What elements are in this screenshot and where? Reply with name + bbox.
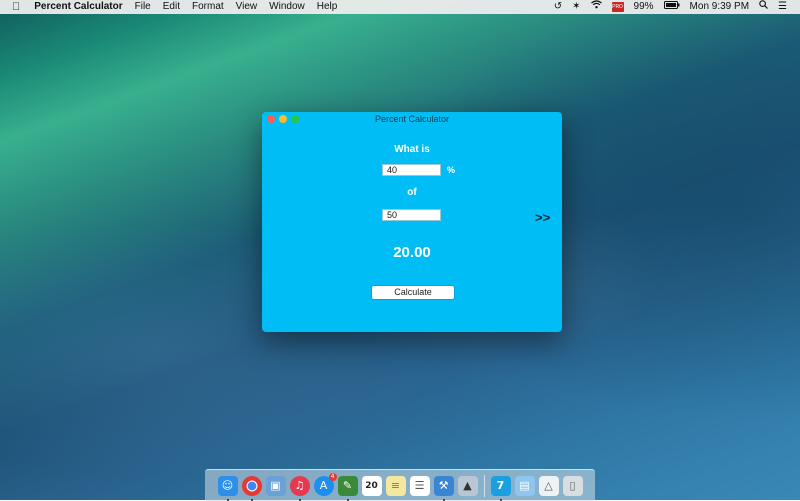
window-title: Percent Calculator bbox=[374, 114, 450, 124]
percent-calculator-window: Percent Calculator What is 40 % of 50 >>… bbox=[262, 112, 562, 332]
wifi-icon[interactable] bbox=[586, 0, 607, 14]
calendar-day: 20 bbox=[365, 480, 378, 491]
chrome-icon[interactable] bbox=[241, 475, 262, 501]
apple-menu-icon[interactable]:  bbox=[0, 0, 28, 14]
menu-edit[interactable]: Edit bbox=[157, 0, 186, 14]
dock-separator bbox=[483, 474, 485, 497]
zoom-button[interactable] bbox=[291, 115, 299, 123]
menu-help[interactable]: Help bbox=[311, 0, 344, 14]
finder-icon[interactable]: ☺ bbox=[217, 475, 238, 501]
app-menu[interactable]: Percent Calculator bbox=[28, 0, 128, 14]
of-label: of bbox=[407, 187, 417, 198]
preview-icon[interactable]: ▣ bbox=[265, 475, 286, 496]
battery-icon[interactable] bbox=[659, 0, 685, 14]
result-value: 20.00 bbox=[393, 244, 431, 261]
calculate-button[interactable]: Calculate bbox=[372, 286, 454, 299]
notification-center-icon[interactable]: ☰ bbox=[773, 0, 792, 14]
expand-button[interactable]: >> bbox=[535, 210, 550, 225]
app-store-icon[interactable]: A4 bbox=[313, 472, 337, 496]
bluetooth-icon[interactable]: ✶ bbox=[567, 0, 585, 14]
menu-bar:  Percent Calculator File Edit Format Vi… bbox=[0, 0, 800, 14]
percent-calculator-dock-icon[interactable]: 7 bbox=[490, 475, 511, 501]
clock[interactable]: Mon 9:39 PM bbox=[685, 0, 754, 14]
trash-icon[interactable]: ▯ bbox=[562, 475, 583, 496]
app-store-badge: 4 bbox=[328, 472, 337, 481]
app-7-label: 7 bbox=[496, 479, 505, 492]
itunes-icon[interactable]: ♫ bbox=[289, 475, 310, 501]
calendar-icon[interactable]: 20 bbox=[361, 475, 382, 496]
menu-format[interactable]: Format bbox=[186, 0, 230, 14]
base-value-input[interactable]: 50 bbox=[382, 209, 441, 221]
notes-icon[interactable]: ≡ bbox=[385, 475, 406, 496]
menu-view[interactable]: View bbox=[230, 0, 264, 14]
close-button[interactable] bbox=[267, 115, 275, 123]
menu-window[interactable]: Window bbox=[263, 0, 311, 14]
evernote-icon[interactable]: ✎ bbox=[337, 475, 358, 501]
spotlight-search-icon[interactable] bbox=[754, 0, 773, 14]
downloads-stack-icon[interactable]: △ bbox=[538, 475, 559, 496]
percent-input[interactable]: 40 bbox=[382, 164, 441, 176]
dock: ☺ ▣ ♫ A4 ✎ 20 ≡ ☰ ⚒ ▲ 7 ▤ △ ▯ bbox=[205, 469, 595, 501]
menu-file[interactable]: File bbox=[129, 0, 157, 14]
instruments-icon[interactable]: ▲ bbox=[457, 475, 478, 496]
window-title-bar[interactable]: Percent Calculator bbox=[262, 112, 562, 126]
xcode-icon[interactable]: ⚒ bbox=[433, 475, 454, 501]
documents-folder-icon[interactable]: ▤ bbox=[514, 475, 535, 496]
percent-sign-label: % bbox=[447, 165, 456, 175]
time-machine-icon[interactable]: ↺ bbox=[549, 0, 567, 14]
battery-percent[interactable]: 99% bbox=[629, 0, 659, 14]
pro-status-icon[interactable]: PRO bbox=[611, 2, 624, 12]
minimize-button[interactable] bbox=[279, 115, 287, 123]
what-is-label: What is bbox=[394, 144, 430, 155]
reminders-icon[interactable]: ☰ bbox=[409, 475, 430, 496]
